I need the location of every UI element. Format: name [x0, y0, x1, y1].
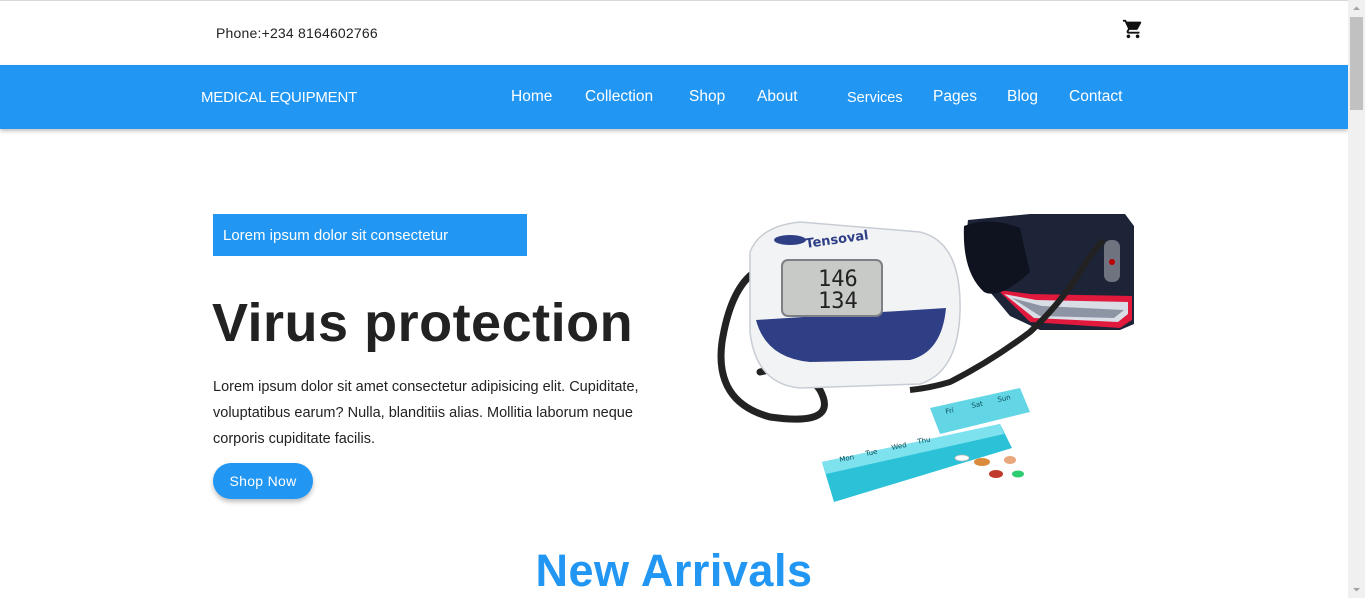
scroll-down-arrow-icon[interactable] — [1348, 581, 1365, 598]
main-navbar: MEDICAL EQUIPMENT Home Collection Shop A… — [0, 65, 1348, 129]
monitor-reading-bottom: 134 — [818, 289, 858, 314]
nav-services[interactable]: Services — [847, 90, 903, 106]
new-arrivals-heading: New Arrivals — [535, 545, 813, 596]
pill-day-fri: Fri — [945, 406, 955, 416]
scroll-up-arrow-icon[interactable] — [1348, 0, 1365, 17]
nav-shop[interactable]: Shop — [689, 88, 725, 106]
nav-home[interactable]: Home — [511, 88, 552, 106]
nav-pages[interactable]: Pages — [933, 88, 977, 106]
blood-pressure-monitor-image: 146 134 Tensoval Mon Tue Wed Thu Fri Sat… — [700, 212, 1136, 508]
hero-title: Virus protection — [212, 293, 634, 353]
nav-contact[interactable]: Contact — [1069, 88, 1122, 106]
nav-collection[interactable]: Collection — [585, 88, 653, 106]
hero-badge: Lorem ipsum dolor sit consectetur — [213, 214, 527, 256]
top-bar: Phone:+234 8164602766 — [0, 0, 1348, 65]
scroll-thumb[interactable] — [1350, 17, 1363, 110]
pill-box-graphic: Mon Tue Wed Thu Fri Sat Sun — [822, 388, 1030, 502]
brand-logo[interactable]: MEDICAL EQUIPMENT — [201, 89, 357, 106]
nav-about[interactable]: About — [757, 88, 798, 106]
phone-number: Phone:+234 8164602766 — [216, 25, 378, 41]
vertical-scrollbar[interactable] — [1348, 0, 1365, 598]
shop-now-button[interactable]: Shop Now — [213, 463, 313, 499]
monitor-graphic: 146 134 Tensoval — [749, 221, 961, 389]
nav-blog[interactable]: Blog — [1007, 88, 1038, 106]
hero-description: Lorem ipsum dolor sit amet consectetur a… — [213, 379, 639, 447]
shopping-cart-icon[interactable] — [1122, 18, 1144, 40]
